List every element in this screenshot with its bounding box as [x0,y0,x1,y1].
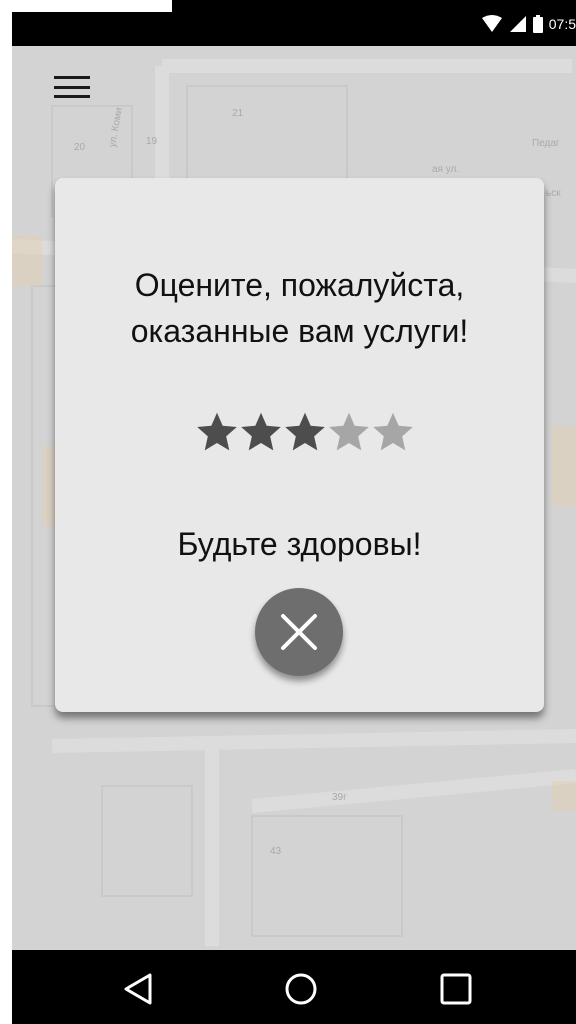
close-button[interactable] [255,588,343,676]
map-label: 20 [74,142,86,153]
hamburger-menu-icon[interactable] [54,76,90,98]
menu-line [54,85,90,89]
app-screen: 07:5 20 19 21 ул. Коми Педаг ая ул. ьск … [12,0,576,1024]
rating-stars[interactable] [195,410,415,454]
star-icon[interactable] [283,410,327,454]
map-label: ьск [546,188,561,199]
recents-icon[interactable] [439,972,473,1006]
wifi-icon [481,15,502,32]
star-icon[interactable] [239,410,283,454]
map-label: 39г [332,792,347,803]
dialog-title: Оцените, пожалуйста, оказанные вам услуг… [130,267,469,349]
star-icon[interactable] [195,410,239,454]
status-time: 07:5 [548,16,576,32]
map-label: 19 [146,136,158,147]
navigation-bar [12,950,576,1024]
status-icons: 07:5 [481,14,576,34]
signal-icon [509,16,526,32]
map-label: 21 [232,108,244,119]
menu-line [54,76,90,79]
menu-line [54,95,90,98]
home-icon[interactable] [284,972,318,1006]
back-icon[interactable] [122,972,156,1006]
rating-dialog: Оцените, пожалуйста, оказанные вам услуг… [55,178,544,712]
star-icon[interactable] [371,410,415,454]
map-label: Педаг [532,138,560,149]
map-label: 43 [270,846,282,857]
battery-icon [532,15,543,33]
status-bar: 07:5 [12,0,576,46]
close-icon [281,614,317,650]
status-bar-edge [12,0,172,12]
map-label: ая ул. [432,164,460,175]
farewell-text: Будьте здоровы! [177,526,422,562]
star-icon[interactable] [327,410,371,454]
